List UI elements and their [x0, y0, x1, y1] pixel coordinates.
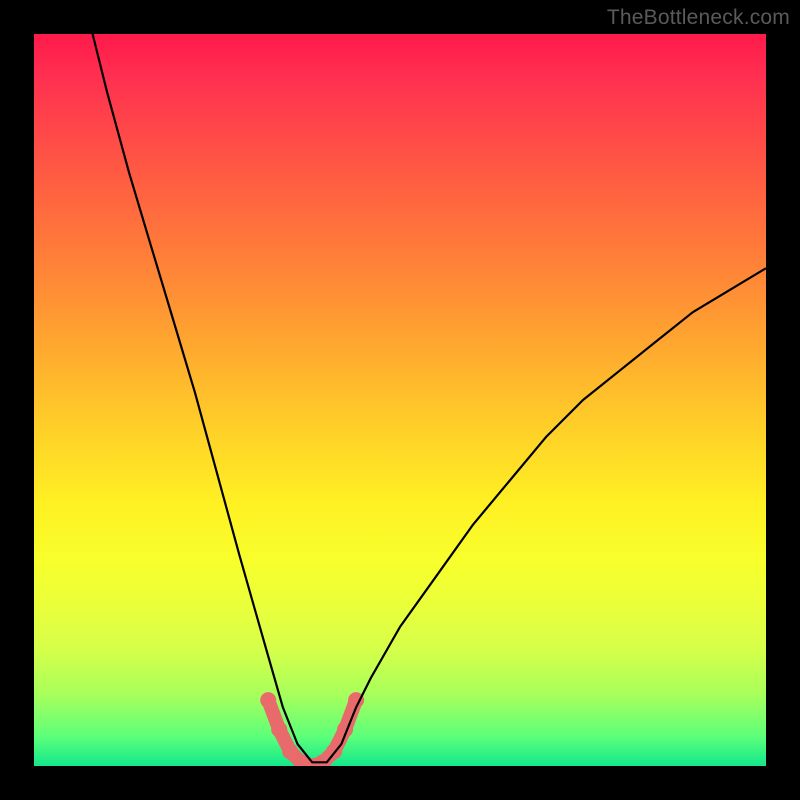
chart-svg [34, 34, 766, 766]
safe-zone-dot [260, 692, 276, 708]
plot-area [34, 34, 766, 766]
bottleneck-curve [93, 34, 766, 762]
chart-frame: TheBottleneck.com [0, 0, 800, 800]
watermark-label: TheBottleneck.com [607, 6, 790, 30]
safe-zone-dot [271, 721, 287, 737]
